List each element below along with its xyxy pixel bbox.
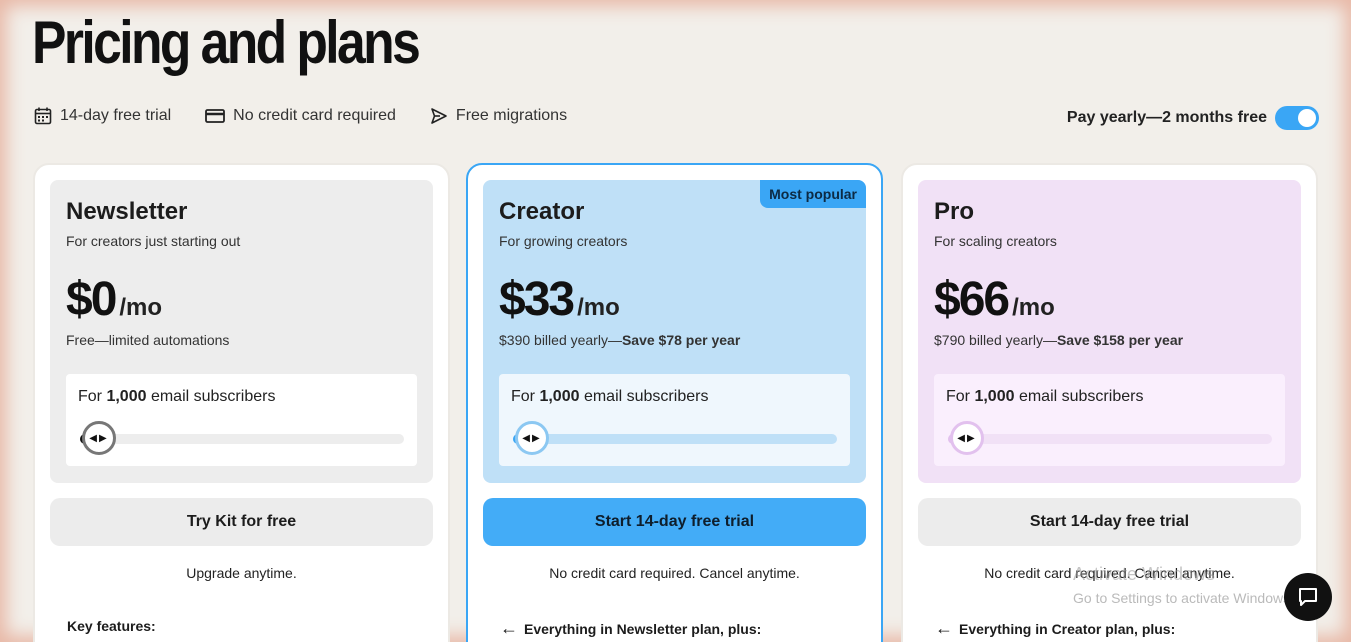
plan-card-creator: Most popular Creator For growing creator… [466, 163, 883, 642]
features-heading-text: Everything in Creator plan, plus: [959, 620, 1176, 637]
price-row: $66 /mo [934, 272, 1055, 327]
subscriber-count: 1,000 [974, 388, 1015, 405]
plan-price: $66 [934, 273, 1010, 326]
perk-label: No credit card required [233, 107, 396, 124]
billing-note: $790 billed yearly—Save $158 per year [934, 332, 1183, 348]
start-free-trial-button[interactable]: Start 14-day free trial [918, 498, 1301, 546]
subscriber-selector: For 1,000 email subscribers ◀▶ [66, 374, 417, 466]
start-free-trial-button[interactable]: Start 14-day free trial [483, 498, 866, 546]
plan-header-panel: Most popular Creator For growing creator… [483, 180, 866, 483]
billing-note-text: $790 billed yearly— [934, 332, 1057, 348]
calendar-icon [34, 107, 52, 125]
most-popular-badge: Most popular [760, 180, 866, 208]
credit-card-icon [205, 109, 226, 123]
chat-icon [1299, 588, 1317, 606]
cta-note: Upgrade anytime. [186, 565, 297, 581]
perks-bar: 14-day free trial No credit card require… [34, 107, 567, 125]
subscriber-count-label: For 1,000 email subscribers [946, 388, 1143, 406]
subscriber-suffix: email subscribers [583, 388, 709, 405]
plan-description: For creators just starting out [66, 233, 241, 249]
price-period: /mo [577, 294, 620, 321]
plan-card-newsletter: Newsletter For creators just starting ou… [33, 163, 450, 642]
page-title: Pricing and plans [32, 9, 421, 76]
subscriber-prefix: For [511, 388, 535, 405]
perk-label: Free migrations [455, 107, 568, 124]
subscriber-slider-thumb[interactable]: ◀▶ [950, 421, 984, 455]
billing-toggle-label: Pay yearly—2 months free [1066, 109, 1267, 126]
billing-note: Free—limited automations [66, 332, 229, 348]
subscriber-slider-track[interactable]: ◀▶ [948, 421, 1272, 455]
subscriber-count-label: For 1,000 email subscribers [511, 388, 708, 406]
subscriber-count-label: For 1,000 email subscribers [78, 388, 275, 406]
subscriber-count: 1,000 [106, 388, 147, 405]
subscriber-count: 1,000 [539, 388, 580, 405]
price-row: $0 /mo [66, 272, 162, 327]
plan-name: Pro [934, 198, 975, 225]
cta-note: No credit card required. Cancel anytime. [549, 565, 800, 581]
plan-name: Creator [499, 198, 585, 225]
arrow-left-icon: ← [500, 618, 518, 638]
perk-label: 14-day free trial [60, 107, 172, 124]
features-heading-text: Everything in Newsletter plan, plus: [524, 620, 762, 637]
subscriber-prefix: For [946, 388, 970, 405]
plan-price: $0 [66, 273, 117, 326]
billing-note-text: Free—limited automations [66, 332, 230, 348]
price-period: /mo [1012, 294, 1055, 321]
plan-name: Newsletter [66, 198, 188, 225]
price-row: $33 /mo [499, 272, 620, 327]
subscriber-slider-track[interactable]: ◀▶ [80, 421, 404, 455]
subscriber-selector: For 1,000 email subscribers ◀▶ [934, 374, 1285, 466]
subscriber-suffix: email subscribers [150, 388, 276, 405]
activate-windows-subtitle: Go to Settings to activate Windows. [1073, 590, 1294, 606]
try-kit-free-button[interactable]: Try Kit for free [50, 498, 433, 546]
features-heading: ← Everything in Creator plan, plus: [935, 618, 1175, 639]
subscriber-slider-track[interactable]: ◀▶ [513, 421, 837, 455]
billing-note: $390 billed yearly—Save $78 per year [499, 332, 740, 348]
billing-toggle-switch[interactable] [1275, 106, 1319, 130]
billing-note-savings: Save $78 per year [621, 332, 741, 348]
arrow-left-icon: ← [935, 618, 953, 638]
features-heading: ← Everything in Newsletter plan, plus: [500, 618, 761, 639]
billing-note-savings: Save $158 per year [1056, 332, 1184, 348]
subscriber-slider-thumb[interactable]: ◀▶ [82, 421, 116, 455]
send-icon [431, 108, 447, 124]
subscriber-suffix: email subscribers [1018, 388, 1144, 405]
plan-header-panel: Newsletter For creators just starting ou… [50, 180, 433, 483]
billing-note-text: $390 billed yearly— [499, 332, 622, 348]
perk-free-migrations: Free migrations [430, 107, 567, 125]
features-heading-text: Key features: [67, 618, 156, 634]
plan-description: For scaling creators [934, 233, 1057, 249]
subscriber-slider-thumb[interactable]: ◀▶ [515, 421, 549, 455]
plan-price: $33 [499, 273, 575, 326]
features-heading: Key features: [67, 618, 156, 634]
perk-free-trial: 14-day free trial [34, 107, 171, 125]
chat-launcher-button[interactable] [1284, 573, 1332, 621]
perk-no-credit-card: No credit card required [205, 107, 396, 125]
subscriber-selector: For 1,000 email subscribers ◀▶ [499, 374, 850, 466]
activate-windows-title: Activate Windows [1073, 564, 1216, 584]
plan-description: For growing creators [499, 233, 628, 249]
price-period: /mo [119, 294, 163, 321]
plan-header-panel: Pro For scaling creators $66 /mo $790 bi… [918, 180, 1301, 483]
subscriber-prefix: For [78, 388, 102, 405]
billing-toggle: Pay yearly—2 months free [1067, 106, 1319, 130]
